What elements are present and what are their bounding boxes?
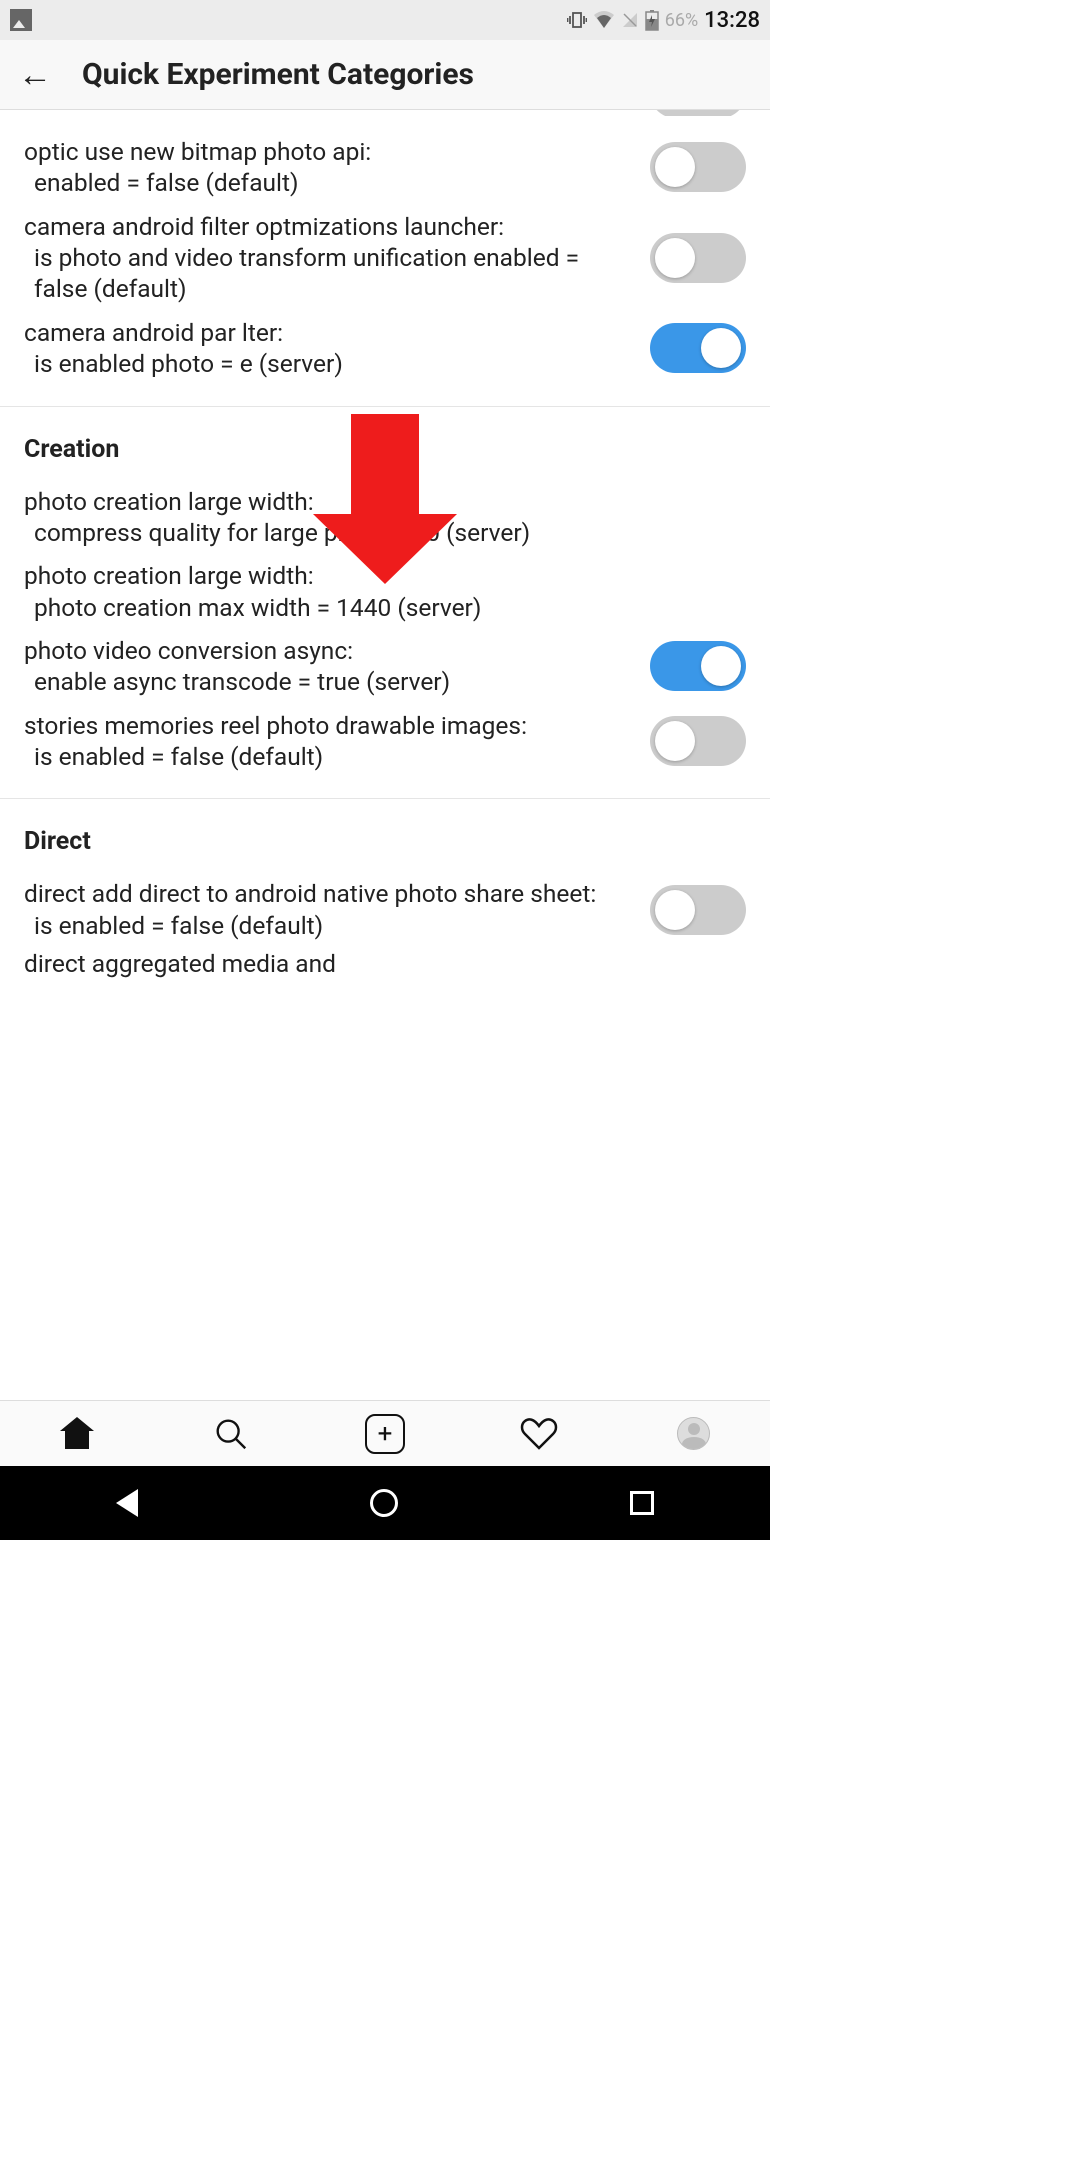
battery-charging-icon xyxy=(645,9,659,31)
wifi-icon xyxy=(593,11,615,29)
toggle-optic[interactable] xyxy=(650,142,746,192)
app-header: ← Quick Experiment Categories xyxy=(0,40,770,110)
row-title: photo video conversion async: xyxy=(24,636,353,665)
toggle-camera-launcher[interactable] xyxy=(650,233,746,283)
setting-row-optic[interactable]: optic use new bitmap photo api: enabled … xyxy=(0,130,770,205)
row-title: stories memories reel photo drawable ima… xyxy=(24,711,527,740)
clock: 13:28 xyxy=(704,8,760,33)
nav-profile[interactable] xyxy=(673,1414,713,1454)
sys-home-button[interactable] xyxy=(370,1489,398,1517)
vibrate-icon xyxy=(567,10,587,30)
row-sub: is enabled = false (default) xyxy=(24,741,630,772)
row-sub: enabled = false (default) xyxy=(24,167,630,198)
row-title: camera android filter optmizations launc… xyxy=(24,212,504,241)
setting-row-stories-memories[interactable]: stories memories reel photo drawable ima… xyxy=(0,704,770,779)
setting-row-compress-quality[interactable]: photo creation large width: compress qua… xyxy=(0,480,770,555)
triangle-back-icon xyxy=(116,1489,138,1517)
setting-row-camera-par[interactable]: camera android par lter: is enabled phot… xyxy=(0,311,770,386)
row-sub: enable async transcode = true (server) xyxy=(24,666,630,697)
toggle-cutoff-top[interactable] xyxy=(650,110,746,116)
search-icon xyxy=(212,1415,250,1453)
nav-home[interactable] xyxy=(57,1414,97,1454)
row-title: direct add direct to android native phot… xyxy=(24,879,596,908)
nav-search[interactable] xyxy=(211,1414,251,1454)
row-sub: is enabled = false (default) xyxy=(24,910,630,941)
system-nav-bar xyxy=(0,1466,770,1540)
row-title: photo creation large width: xyxy=(24,561,314,590)
picture-icon xyxy=(10,9,32,31)
heart-icon xyxy=(519,1414,559,1454)
battery-percent: 66% xyxy=(665,10,698,31)
toggle-async-transcode[interactable] xyxy=(650,641,746,691)
square-recent-icon xyxy=(630,1491,654,1515)
status-bar: 66% 13:28 xyxy=(0,0,770,40)
bottom-nav: + xyxy=(0,1400,770,1466)
row-title: optic use new bitmap photo api: xyxy=(24,137,371,166)
setting-row-cutoff[interactable]: direct aggregated media and xyxy=(0,947,770,980)
sys-recent-button[interactable] xyxy=(630,1491,654,1515)
toggle-stories-memories[interactable] xyxy=(650,716,746,766)
row-title: camera android par lter: xyxy=(24,318,283,347)
toggle-camera-par[interactable] xyxy=(650,323,746,373)
scroll-content[interactable]: optic use new bitmap photo api: enabled … xyxy=(0,110,770,1400)
row-title: photo creation large width: xyxy=(24,487,314,516)
toggle-direct-share-sheet[interactable] xyxy=(650,885,746,935)
page-title: Quick Experiment Categories xyxy=(82,57,474,92)
section-header-direct: Direct xyxy=(0,799,770,872)
section-header-creation: Creation xyxy=(0,407,770,480)
row-sub: photo creation max width = 1440 (server) xyxy=(24,592,746,623)
row-sub: is enabled photo = e (server) xyxy=(24,348,630,379)
back-button[interactable]: ← xyxy=(18,55,52,95)
nav-activity[interactable] xyxy=(519,1414,559,1454)
signal-icon xyxy=(621,11,639,29)
row-sub: compress quality for large photo = 70 (s… xyxy=(24,517,746,548)
row-sub: is photo and video transform unification… xyxy=(24,242,630,305)
setting-row-async-transcode[interactable]: photo video conversion async: enable asy… xyxy=(0,629,770,704)
plus-icon: + xyxy=(365,1414,405,1454)
circle-home-icon xyxy=(370,1489,398,1517)
nav-create[interactable]: + xyxy=(365,1414,405,1454)
setting-row-direct-share-sheet[interactable]: direct add direct to android native phot… xyxy=(0,872,770,947)
setting-row-camera-launcher[interactable]: camera android filter optmizations launc… xyxy=(0,205,770,311)
setting-row-max-width[interactable]: photo creation large width: photo creati… xyxy=(0,554,770,629)
avatar-icon xyxy=(677,1417,710,1450)
sys-back-button[interactable] xyxy=(116,1489,138,1517)
